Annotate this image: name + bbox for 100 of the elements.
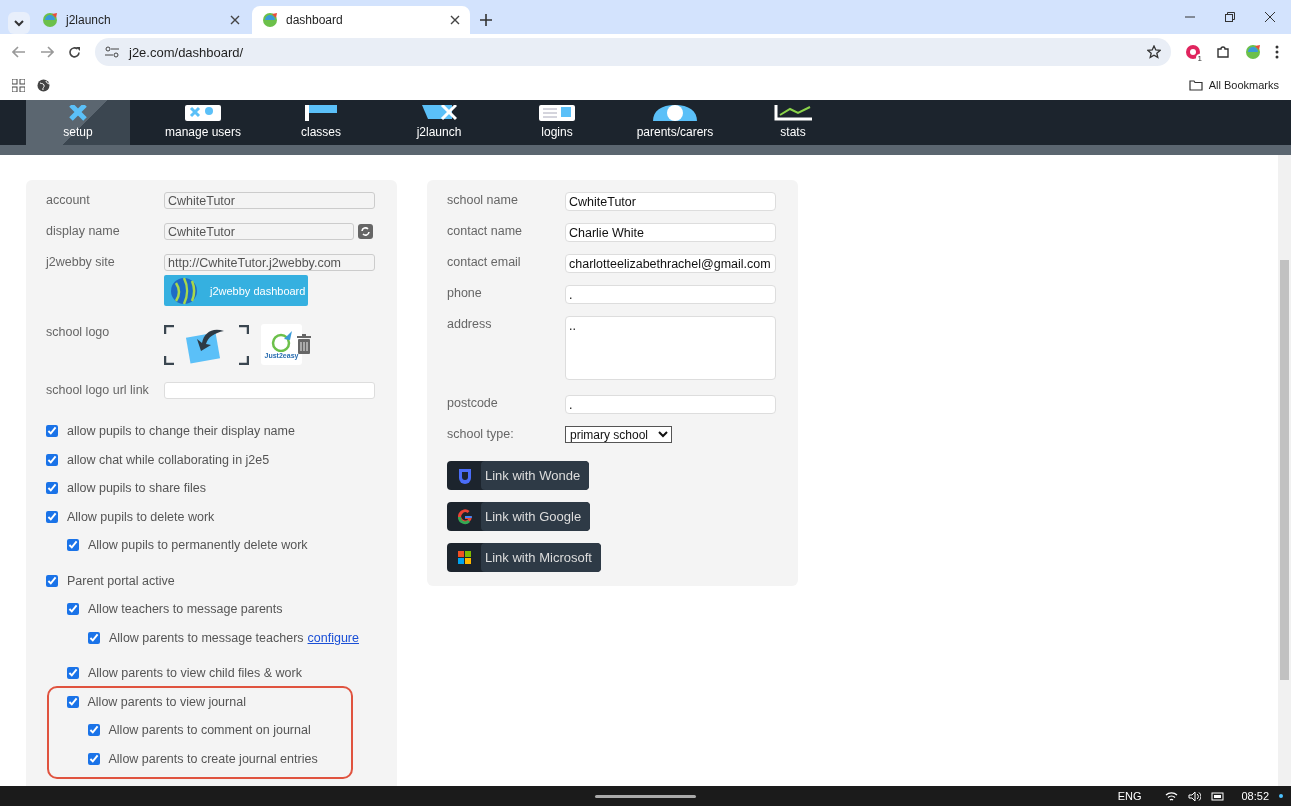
checkbox-label: Parent portal active: [67, 573, 175, 588]
checkbox[interactable]: [67, 667, 79, 680]
trash-icon[interactable]: [296, 334, 312, 354]
checkbox-label: Allow parents to view child files & work: [88, 666, 302, 681]
checkbox-label: allow chat while collaborating in j2e5: [67, 452, 270, 467]
close-icon[interactable]: [450, 15, 460, 25]
notification-badge: 1: [1195, 54, 1204, 63]
new-tab-icon[interactable]: [480, 14, 492, 26]
tab-list-icon[interactable]: [8, 12, 30, 34]
google-g-icon: [456, 508, 472, 525]
text-field[interactable]: .: [565, 395, 776, 414]
home-bar-handle[interactable]: [595, 795, 696, 798]
nav-tab-icon: [421, 105, 457, 121]
checkbox-label: Allow parents to create journal entries: [108, 751, 318, 766]
nav-tab-icon: [773, 105, 813, 121]
url-input-field[interactable]: [164, 382, 375, 399]
speaker-icon[interactable]: [1188, 790, 1202, 802]
text-field[interactable]: http://CwhiteTutor.j2webby.com: [164, 254, 375, 271]
checkbox[interactable]: [87, 724, 100, 737]
scrollbar-thumb[interactable]: [1280, 260, 1289, 680]
refresh-icon[interactable]: [358, 224, 373, 239]
field-label: school type:: [447, 426, 515, 441]
forward-arrow-icon[interactable]: [40, 46, 54, 58]
text-field[interactable]: charlotteelizabethrachel@gmail.com: [565, 254, 776, 273]
field-label: address: [447, 316, 493, 331]
language-indicator[interactable]: ENG: [1117, 790, 1142, 802]
field-label: j2webby site: [46, 254, 116, 269]
text-field[interactable]: CwhiteTutor: [164, 223, 354, 240]
field-label: account: [46, 192, 91, 207]
close-icon[interactable]: [230, 15, 240, 25]
checkbox[interactable]: [46, 482, 58, 495]
checkbox[interactable]: [66, 695, 79, 708]
shield-icon: [456, 467, 472, 484]
globe-icon[interactable]: [37, 78, 50, 92]
field-label: school name: [447, 192, 519, 207]
notification-dot-icon[interactable]: [1279, 794, 1283, 798]
link-account-button[interactable]: Link with Wonde: [447, 461, 590, 490]
nav-tab[interactable]: j2launch: [380, 100, 498, 145]
link-account-button[interactable]: Link with Google: [447, 502, 591, 531]
nav-tab[interactable]: parents/carers: [616, 100, 734, 145]
address-text-area[interactable]: ..: [565, 316, 776, 380]
nav-tab[interactable]: manage users: [144, 100, 262, 145]
field-label: postcode: [447, 395, 499, 410]
site-favicon-icon[interactable]: [1245, 44, 1261, 60]
nav-tab-icon: [539, 105, 575, 121]
checkbox[interactable]: [87, 752, 100, 765]
configure-link[interactable]: configure: [307, 630, 359, 645]
link-account-button[interactable]: Link with Microsoft: [447, 543, 601, 572]
globe-logo-icon: [170, 276, 198, 305]
image-drop-zone-icon[interactable]: [164, 324, 249, 365]
apps-grid-icon[interactable]: [12, 78, 25, 92]
browser-tab[interactable]: dashboard: [252, 6, 470, 34]
site-favicon-icon: [262, 12, 278, 28]
field-label: contact email: [447, 254, 522, 269]
wifi-icon[interactable]: [1165, 790, 1179, 802]
text-field[interactable]: Charlie White: [565, 223, 776, 242]
nav-tab[interactable]: logins: [498, 100, 616, 145]
nav-tab-icon: [305, 105, 337, 121]
folder-icon: [1188, 79, 1203, 91]
nav-tab[interactable]: setup: [26, 100, 130, 145]
star-icon[interactable]: [1147, 45, 1161, 59]
checkbox[interactable]: [46, 425, 58, 438]
field-label: phone: [447, 285, 483, 300]
checkbox[interactable]: [46, 453, 58, 466]
restore-icon[interactable]: [1225, 12, 1235, 22]
nav-tab-icon: [185, 105, 221, 121]
school-type-dropdown[interactable]: primary school: [565, 426, 672, 443]
field-label: display name: [46, 223, 121, 238]
field-label: school logo url link: [46, 382, 150, 397]
checkbox-label: Allow teachers to message parents: [88, 602, 283, 617]
browser-tab[interactable]: j2launch: [32, 6, 250, 34]
checkbox[interactable]: [46, 510, 58, 523]
close-icon[interactable]: [1265, 12, 1275, 22]
nav-tab[interactable]: stats: [734, 100, 852, 145]
all-bookmarks-button[interactable]: All Bookmarks: [1188, 79, 1279, 91]
checkbox-label: Allow pupils to permanently delete work: [88, 538, 308, 553]
checkbox-label: Allow parents to view journal: [87, 694, 246, 709]
text-field[interactable]: .: [565, 285, 776, 304]
checkbox-label: Allow parents to message teachers configure: [109, 630, 359, 645]
checkbox[interactable]: [67, 539, 79, 552]
nav-tab[interactable]: classes: [262, 100, 380, 145]
reload-icon[interactable]: [68, 45, 81, 59]
address-bar[interactable]: j2e.com/dashboard/: [95, 38, 1171, 66]
clock-time[interactable]: 08:52: [1241, 790, 1269, 802]
checkbox-label: allow pupils to share files: [67, 481, 206, 496]
text-field[interactable]: CwhiteTutor: [565, 192, 776, 211]
battery-icon[interactable]: [1211, 790, 1226, 802]
four-squares-icon: [456, 549, 472, 566]
more-menu-icon[interactable]: [1275, 45, 1279, 59]
back-arrow-icon[interactable]: [12, 46, 26, 58]
field-label: school logo: [46, 324, 111, 339]
checkbox[interactable]: [67, 603, 79, 616]
site-settings-icon[interactable]: [105, 46, 119, 58]
checkbox[interactable]: [88, 631, 100, 644]
text-field[interactable]: CwhiteTutor: [164, 192, 375, 209]
nav-tab-icon: [653, 105, 697, 121]
site-favicon-icon: [42, 12, 58, 28]
extension-logo-icon[interactable]: [1185, 44, 1201, 60]
checkbox[interactable]: [46, 574, 58, 587]
checkbox-label: Allow pupils to delete work: [67, 509, 215, 524]
